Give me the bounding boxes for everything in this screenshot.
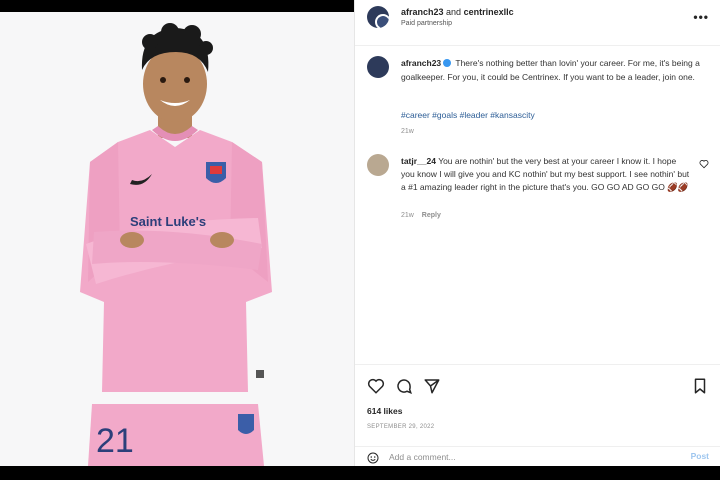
comments-section: afranch23 There's nothing better than lo… bbox=[355, 46, 720, 364]
comment-text: You are nothin' but the very best at you… bbox=[401, 156, 690, 192]
comment-item: tatjr__24 You are nothin' but the very b… bbox=[401, 155, 691, 194]
comment-icon[interactable] bbox=[395, 377, 413, 395]
post-photo[interactable]: Saint Luke's 21 bbox=[0, 12, 354, 466]
add-comment-bar: Post bbox=[355, 446, 720, 466]
share-icon[interactable] bbox=[423, 377, 441, 395]
post-comment-button[interactable]: Post bbox=[691, 451, 709, 461]
bookmark-icon[interactable] bbox=[691, 377, 709, 395]
reply-button[interactable]: Reply bbox=[422, 212, 441, 219]
comment-timestamp: 21w bbox=[401, 212, 414, 219]
comment-like-heart-icon[interactable] bbox=[699, 159, 709, 169]
paid-partnership-label[interactable]: Paid partnership bbox=[401, 20, 452, 27]
jersey-number-text: 21 bbox=[96, 422, 134, 460]
caption-avatar[interactable] bbox=[367, 56, 389, 78]
post-side-panel: afranch23 and centrinexllc Paid partners… bbox=[354, 0, 720, 480]
caption-timestamp: 21w bbox=[401, 128, 414, 135]
author-username[interactable]: afranch23 bbox=[401, 7, 444, 17]
author-avatar[interactable] bbox=[367, 6, 389, 28]
post-caption: afranch23 There's nothing better than lo… bbox=[401, 56, 701, 84]
heart-icon[interactable] bbox=[367, 377, 385, 395]
comment-username[interactable]: tatjr__24 bbox=[401, 156, 436, 166]
post-authors: afranch23 and centrinexllc bbox=[401, 7, 514, 17]
post-date: SEPTEMBER 29, 2022 bbox=[367, 424, 435, 430]
bottom-band bbox=[0, 466, 720, 480]
more-options-icon[interactable]: ••• bbox=[693, 10, 709, 24]
post-header: afranch23 and centrinexllc Paid partners… bbox=[355, 0, 720, 46]
caption-username[interactable]: afranch23 bbox=[401, 58, 441, 68]
player-photo: Saint Luke's 21 bbox=[80, 23, 272, 466]
commenter-avatar[interactable] bbox=[367, 154, 389, 176]
and-text: and bbox=[446, 7, 462, 17]
partner-username[interactable]: centrinexllc bbox=[464, 7, 514, 17]
jersey-sponsor-text: Saint Luke's bbox=[130, 214, 206, 229]
comment-meta: 21w Reply bbox=[401, 212, 441, 219]
verified-badge-icon bbox=[443, 59, 452, 67]
emoji-icon[interactable] bbox=[367, 452, 379, 464]
action-bar bbox=[355, 364, 720, 406]
add-comment-input[interactable] bbox=[389, 450, 659, 464]
caption-hashtags[interactable]: #career #goals #leader #kansascity bbox=[401, 110, 535, 120]
likes-count[interactable]: 614 likes bbox=[367, 406, 402, 416]
